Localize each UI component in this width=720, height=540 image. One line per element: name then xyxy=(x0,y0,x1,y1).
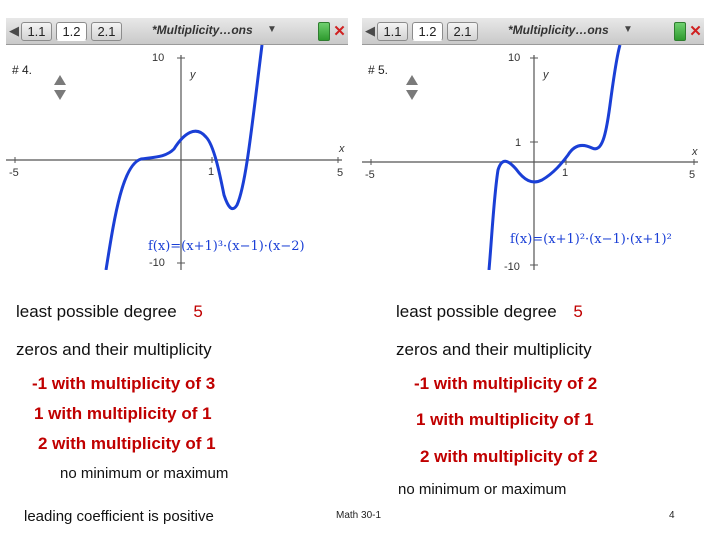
triangle-down-icon xyxy=(54,90,66,100)
zeros-heading-left: zeros and their multiplicity xyxy=(16,340,212,359)
x-tick-1-label: 1 xyxy=(208,166,214,178)
close-icon[interactable]: ✕ xyxy=(332,22,347,41)
function-curve xyxy=(104,45,264,270)
close-icon[interactable]: ✕ xyxy=(688,22,703,41)
tab-2-1[interactable]: 2.1 xyxy=(447,22,478,41)
chevron-down-icon[interactable]: ▼ xyxy=(267,24,277,35)
calculator-screen-left: ◀ 1.1 1.2 2.1 *Multiplicity…ons ▼ ✕ x y … xyxy=(6,18,348,270)
y-max-label: 10 xyxy=(152,52,164,64)
y-min-label: -10 xyxy=(504,261,520,270)
degree-value: 5 xyxy=(193,302,203,321)
degree-label: least possible degree xyxy=(396,302,557,321)
leading-coefficient-left: leading coefficient is positive xyxy=(24,508,214,525)
triangle-down-icon xyxy=(406,90,418,100)
page-label: # 5. xyxy=(368,63,389,77)
least-degree-left: least possible degree 5 xyxy=(16,302,203,322)
extrema-right: no minimum or maximum xyxy=(398,481,567,498)
zero-line-3-left: 2 with multiplicity of 1 xyxy=(38,434,216,453)
back-arrow-icon[interactable]: ◀ xyxy=(365,23,377,39)
zero-line-2-left: 1 with multiplicity of 1 xyxy=(34,404,212,423)
tab-1-1[interactable]: 1.1 xyxy=(21,22,52,41)
y-min-label: -10 xyxy=(149,257,165,269)
battery-icon xyxy=(318,22,330,41)
back-arrow-icon[interactable]: ◀ xyxy=(9,23,21,39)
graph-area[interactable]: x y -5 5 10 -10 1 f(x)=(x+1)³·(x−1)·(x−2… xyxy=(6,45,348,270)
degree-label: least possible degree xyxy=(16,302,177,321)
tab-bar: ◀ 1.1 1.2 2.1 *Multiplicity…ons ▼ ✕ xyxy=(6,18,348,45)
x-min-label: -5 xyxy=(365,169,375,181)
graph-area[interactable]: x y -5 5 10 -10 1 1 f(x)=(x+1)²·(x−1)·(x… xyxy=(362,45,704,270)
x-axis-label: x xyxy=(338,143,345,155)
y-max-label: 10 xyxy=(508,52,520,64)
y-axis-label: y xyxy=(189,69,197,81)
y-axis-label: y xyxy=(542,69,550,81)
battery-icon xyxy=(674,22,686,41)
zero-line-1-right: -1 with multiplicity of 2 xyxy=(414,374,598,393)
chevron-down-icon[interactable]: ▼ xyxy=(623,24,633,35)
function-label: f(x)=(x+1)²·(x−1)·(x+1)² xyxy=(510,232,672,247)
document-title: *Multiplicity…ons xyxy=(152,23,253,37)
tab-1-1[interactable]: 1.1 xyxy=(377,22,408,41)
least-degree-right: least possible degree 5 xyxy=(396,302,583,322)
tab-1-2[interactable]: 1.2 xyxy=(412,22,443,41)
degree-value: 5 xyxy=(573,302,583,321)
tab-2-1[interactable]: 2.1 xyxy=(91,22,122,41)
x-max-label: 5 xyxy=(337,167,343,179)
triangle-up-icon xyxy=(54,75,66,85)
page-label: # 4. xyxy=(12,63,33,77)
course-label: Math 30-1 xyxy=(336,510,382,521)
extrema-left: no minimum or maximum xyxy=(60,465,229,482)
page-number: 4 xyxy=(669,510,675,521)
calculator-screen-right: ◀ 1.1 1.2 2.1 *Multiplicity…ons ▼ ✕ x y … xyxy=(362,18,704,270)
tab-bar: ◀ 1.1 1.2 2.1 *Multiplicity…ons ▼ ✕ xyxy=(362,18,704,45)
zero-line-1-left: -1 with multiplicity of 3 xyxy=(32,374,216,393)
zero-line-3-right: 2 with multiplicity of 2 xyxy=(420,447,598,466)
function-label: f(x)=(x+1)³·(x−1)·(x−2) xyxy=(148,239,305,254)
tab-1-2[interactable]: 1.2 xyxy=(56,22,87,41)
triangle-up-icon xyxy=(406,75,418,85)
zeros-heading-right: zeros and their multiplicity xyxy=(396,340,592,359)
x-axis-label: x xyxy=(691,146,698,158)
x-min-label: -5 xyxy=(9,167,19,179)
document-title: *Multiplicity…ons xyxy=(508,23,609,37)
y-tick-1-label: 1 xyxy=(515,137,521,149)
x-max-label: 5 xyxy=(689,169,695,181)
x-tick-1-label: 1 xyxy=(562,167,568,179)
zero-line-2-right: 1 with multiplicity of 1 xyxy=(416,410,594,429)
